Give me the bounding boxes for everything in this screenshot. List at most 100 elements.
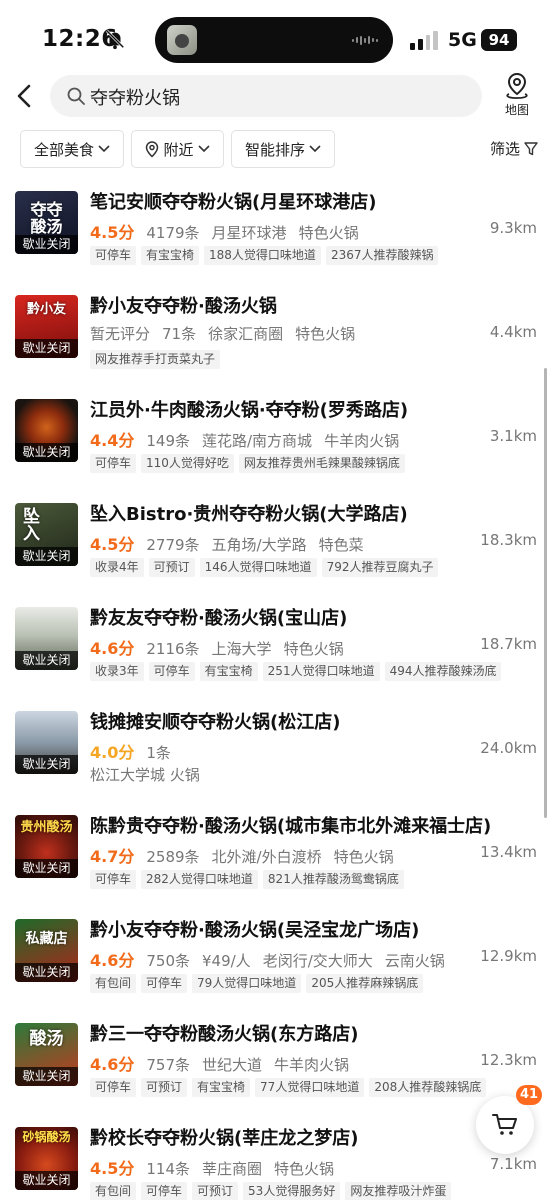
chevron-down-icon (309, 145, 321, 153)
restaurant-item[interactable]: 酸汤 歇业关闭 黔三一夺夺粉酸汤火锅(东方路店) 4.6分 757条 世纪大道 … (0, 1014, 552, 1118)
review-count: 4179条 (146, 224, 200, 242)
bell-off-icon (105, 29, 125, 50)
area: 徐家汇商圈 (208, 325, 284, 343)
closed-label: 歇业关闭 (15, 755, 78, 774)
restaurant-thumbnail: 歇业关闭 (15, 607, 78, 670)
restaurant-item[interactable]: 坠 入 歇业关闭 坠入Bistro·贵州夺夺粉火锅(大学路店) 4.5分 277… (0, 494, 552, 598)
nearby-filter[interactable]: 附近 (131, 130, 224, 168)
area: 莲花路/南方商城 (202, 432, 313, 450)
tag: 可停车 (141, 974, 188, 993)
rating: 4.0分 (90, 743, 135, 762)
category-filter[interactable]: 全部美食 (20, 130, 124, 168)
tag: 网友推荐手打贡菜丸子 (90, 350, 221, 369)
closed-label: 歇业关闭 (15, 547, 78, 566)
cuisine: 云南火锅 (384, 952, 445, 970)
tag: 网友推荐吸汁炸蛋 (345, 1182, 452, 1200)
restaurant-item[interactable]: 夺夺 酸汤 歇业关闭 笔记安顺夺夺粉火锅(月星环球港店) 4.5分 4179条 … (0, 182, 552, 286)
funnel-icon (524, 141, 538, 155)
tag-list: 可停车 110人觉得好吃 网友推荐贵州毛辣果酸辣锅底 (90, 454, 405, 473)
tag: 可预订 (141, 1078, 188, 1097)
tag: 有宝宝椅 (199, 662, 258, 681)
restaurant-item[interactable]: 歇业关闭 江员外·牛肉酸汤火锅·夺夺粉(罗秀路店) 4.4分 149条 莲花路/… (0, 390, 552, 494)
nearby-filter-label: 附近 (163, 140, 194, 159)
network-type: 5G (448, 29, 477, 51)
restaurant-thumbnail: 夺夺 酸汤 歇业关闭 (15, 191, 78, 254)
restaurant-thumbnail: 歇业关闭 (15, 711, 78, 774)
cuisine: 特色火锅 (283, 640, 344, 658)
tag: 282人觉得口味地道 (141, 870, 258, 889)
distance: 18.3km (480, 531, 537, 549)
restaurant-item[interactable]: 贵州酸汤 歇业关闭 陈黔贵夺夺粉·酸汤火锅(城市集市北外滩来福士店) 4.7分 … (0, 806, 552, 910)
filter-button[interactable]: 筛选 (490, 138, 538, 159)
tag: 821人推荐酸汤鸳鸯锅底 (262, 870, 404, 889)
rating: 4.6分 (90, 951, 135, 970)
area: 老闵行/交大师大 (262, 952, 373, 970)
scrollbar[interactable] (544, 368, 547, 818)
tag: 53人觉得服务好 (243, 1182, 341, 1200)
category-filter-label: 全部美食 (33, 140, 94, 159)
thumbnail-caption: 砂锅酸汤 (22, 1130, 71, 1144)
area-cuisine: 松江大学城 火锅 (90, 766, 200, 784)
tag-list: 收录3年 可停车 有宝宝椅 251人觉得口味地道 494人推荐酸辣汤底 (90, 662, 502, 681)
restaurant-meta: 4.4分 149条 莲花路/南方商城 牛羊肉火锅 (90, 427, 399, 450)
review-count: 114条 (146, 1160, 190, 1178)
rating: 4.4分 (90, 431, 135, 450)
chevron-down-icon (197, 145, 210, 153)
restaurant-meta: 4.6分 750条 ¥49/人 老闵行/交大师大 云南火锅 (90, 947, 445, 970)
cuisine: 特色火锅 (333, 848, 394, 866)
tag: 有宝宝椅 (141, 246, 200, 265)
distance: 18.7km (480, 635, 537, 653)
area-cuisine-line: 松江大学城 火锅 (90, 764, 200, 784)
dynamic-island[interactable] (155, 17, 393, 63)
closed-label: 歇业关闭 (15, 235, 78, 254)
rating: 4.6分 (90, 639, 135, 658)
cuisine: 特色菜 (318, 536, 364, 554)
tag: 可预订 (148, 558, 195, 577)
area: 月星环球港 (211, 224, 287, 242)
thumbnail-caption: 酸汤 (29, 1029, 64, 1049)
restaurant-item[interactable]: 黔小友 歇业关闭 黔小友夺夺粉·酸汤火锅 暂无评分 71条 徐家汇商圈 特色火锅… (0, 286, 552, 390)
area: 上海大学 (211, 640, 272, 658)
audio-wave-icon (352, 35, 380, 45)
restaurant-thumbnail: 砂锅酸汤 歇业关闭 (15, 1127, 78, 1190)
rating: 4.5分 (90, 1159, 135, 1178)
back-icon[interactable] (12, 82, 38, 110)
closed-label: 歇业关闭 (15, 651, 78, 670)
cuisine: 特色火锅 (274, 1160, 335, 1178)
closed-label: 歇业关闭 (15, 443, 78, 462)
restaurant-thumbnail: 坠 入 歇业关闭 (15, 503, 78, 566)
restaurant-meta: 暂无评分 71条 徐家汇商圈 特色火锅 (90, 323, 355, 343)
tag: 可停车 (141, 1182, 188, 1200)
restaurant-item[interactable]: 砂锅酸汤 歇业关闭 黔校长夺夺粉火锅(莘庄龙之梦店) 4.5分 114条 莘庄商… (0, 1118, 552, 1200)
cart-button[interactable]: 41 (476, 1085, 543, 1154)
thumbnail-caption: 黔小友 (26, 302, 66, 317)
map-button[interactable]: 地图 (494, 72, 540, 122)
tag: 可预订 (192, 1182, 239, 1200)
restaurant-thumbnail: 歇业关闭 (15, 399, 78, 462)
signal-icon (410, 30, 438, 50)
closed-label: 歇业关闭 (15, 963, 78, 982)
restaurant-item[interactable]: 歇业关闭 钱摊摊安顺夺夺粉火锅(松江店) 4.0分 1条 24.0km 松江大学… (0, 702, 552, 806)
tag: 有包间 (90, 1182, 137, 1200)
map-label: 地图 (504, 103, 529, 117)
tag: 2367人推荐酸辣锅 (325, 246, 439, 265)
sort-filter[interactable]: 智能排序 (231, 130, 335, 168)
tag: 77人觉得口味地道 (255, 1078, 365, 1097)
search-icon (67, 87, 85, 105)
restaurant-item[interactable]: 歇业关闭 黔友友夺夺粉·酸汤火锅(宝山店) 4.6分 2116条 上海大学 特色… (0, 598, 552, 702)
distance: 13.4km (480, 843, 537, 861)
tag: 可停车 (90, 246, 137, 265)
search-input[interactable]: 夺夺粉火锅 (50, 75, 482, 117)
tag: 有宝宝椅 (192, 1078, 251, 1097)
restaurant-meta: 4.5分 2779条 五角场/大学路 特色菜 (90, 531, 364, 554)
restaurant-name: 黔三一夺夺粉酸汤火锅(东方路店) (90, 1024, 359, 1045)
restaurant-thumbnail: 私藏店 歇业关闭 (15, 919, 78, 982)
restaurant-name: 黔校长夺夺粉火锅(莘庄龙之梦店) (90, 1128, 359, 1149)
now-playing-thumbnail (167, 25, 197, 55)
tag: 可停车 (148, 662, 195, 681)
review-count: 71条 (162, 325, 197, 343)
restaurant-item[interactable]: 私藏店 歇业关闭 黔小友夺夺粉·酸汤火锅(吴泾宝龙广场店) 4.6分 750条 … (0, 910, 552, 1014)
thumbnail-caption: 夺夺 酸汤 (30, 200, 63, 236)
status-bar: 12:26 5G 94 (0, 0, 552, 80)
restaurant-name: 黔小友夺夺粉·酸汤火锅 (90, 296, 277, 317)
